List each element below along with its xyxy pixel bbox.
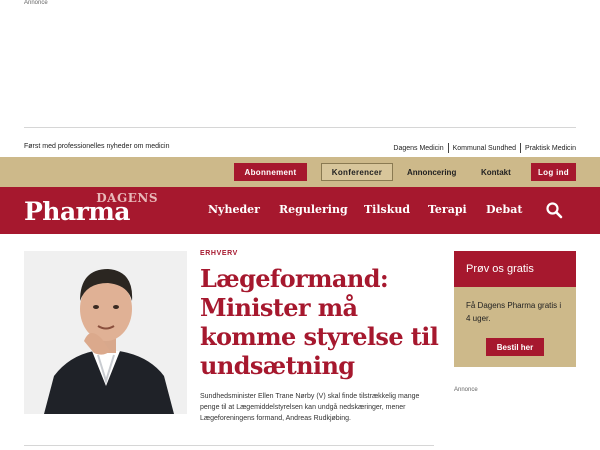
nav-item-nyheder[interactable]: Nyheder <box>208 203 260 216</box>
sister-link-kommunal-sundhed[interactable]: Kommunal Sundhed <box>449 145 520 152</box>
order-button[interactable]: Bestil her <box>486 338 544 356</box>
promo-box: Prøv os gratis Få Dagens Pharma gratis i… <box>454 251 576 367</box>
promo-title: Prøv os gratis <box>454 251 576 287</box>
search-icon[interactable] <box>545 201 563 219</box>
tagline: Først med professionelles nyheder om med… <box>24 143 170 150</box>
advertising-link[interactable]: Annoncering <box>407 163 456 181</box>
article-teaser: Sundhedsminister Ellen Trane Nørby (V) s… <box>200 393 420 422</box>
article-category[interactable]: ERHVERV <box>200 250 238 257</box>
nav-item-tilskud[interactable]: Tilskud <box>364 203 410 216</box>
article-image[interactable] <box>24 251 187 414</box>
nav-item-debat[interactable]: Debat <box>486 203 522 216</box>
nav-item-regulering[interactable]: Regulering <box>279 203 348 216</box>
logo[interactable]: DAGENS Pharma <box>24 191 160 231</box>
ad-label-top: Annonce <box>24 0 48 6</box>
divider <box>24 127 576 128</box>
nav-item-terapi[interactable]: Terapi <box>428 203 467 216</box>
logo-big-text: Pharma <box>24 197 131 226</box>
promo-body: Få Dagens Pharma gratis i 4 uger. <box>466 301 562 323</box>
login-button[interactable]: Log ind <box>531 163 576 181</box>
ad-space-top[interactable] <box>24 10 576 126</box>
main-navbar: DAGENS Pharma Nyheder Regulering Tilskud… <box>0 187 600 234</box>
subscription-button[interactable]: Abonnement <box>234 163 307 181</box>
contact-link[interactable]: Kontakt <box>481 163 511 181</box>
sister-link-dagens-medicin[interactable]: Dagens Medicin <box>389 145 447 152</box>
ad-label-right: Annonce <box>454 387 478 393</box>
article-headline[interactable]: Lægeformand: Minister må komme styrelse … <box>200 264 440 380</box>
divider <box>24 445 434 446</box>
sister-link-praktisk-medicin[interactable]: Praktisk Medicin <box>521 145 576 152</box>
conferences-button[interactable]: Konferencer <box>321 163 393 181</box>
sister-sites: Dagens Medicin Kommunal Sundhed Praktisk… <box>389 143 576 153</box>
utility-bar: Abonnement Konferencer Annoncering Konta… <box>0 157 600 187</box>
portrait-photo <box>24 251 187 414</box>
